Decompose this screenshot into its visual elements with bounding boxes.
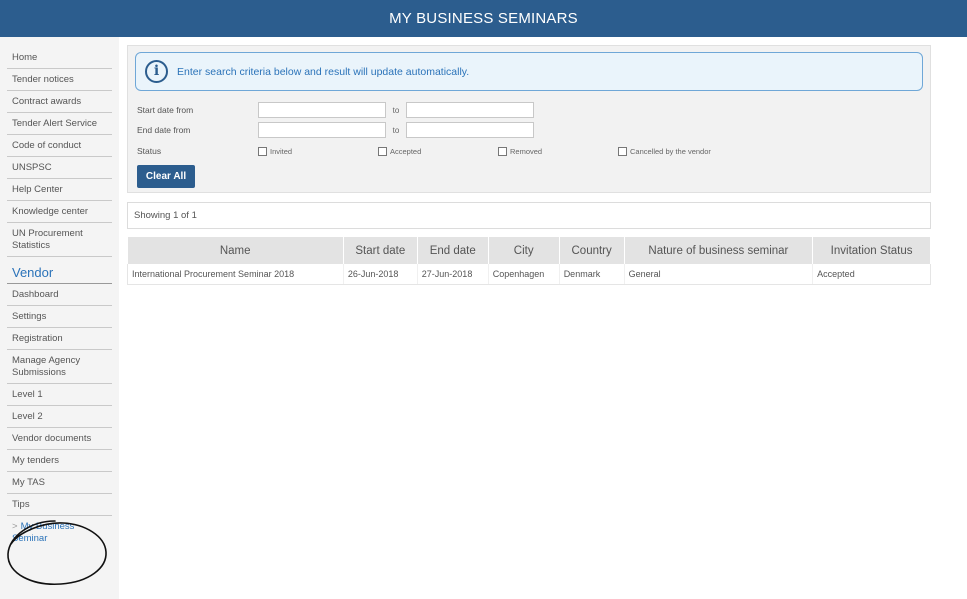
sidebar-item-settings[interactable]: Settings [7,306,112,328]
sidebar-item-contract-awards[interactable]: Contract awards [7,91,112,113]
search-panel: i Enter search criteria below and result… [127,45,931,193]
chevron-right-icon: > [12,521,18,532]
sidebar-item-tender-alert-service[interactable]: Tender Alert Service [7,113,112,135]
checkbox-label: Cancelled by the vendor [630,146,711,156]
table-header-row: Name Start date End date City Country Na… [127,237,931,264]
results-table: Name Start date End date City Country Na… [127,237,931,285]
cell-start-date: 26-Jun-2018 [343,264,418,285]
invited-checkbox[interactable] [258,146,267,156]
page-title: MY BUSINESS SEMINARS [389,10,578,27]
cell-end-date: 27-Jun-2018 [417,264,489,285]
removed-checkbox[interactable] [498,146,507,156]
checkbox-label: Removed [510,146,543,156]
cell-nature: General [624,264,814,285]
cell-invitation-status: Accepted [812,264,931,285]
status-label: Status [137,146,162,156]
column-header-invitation-status[interactable]: Invitation Status [812,237,931,264]
cancelled-checkbox[interactable] [618,146,627,156]
table-row[interactable]: International Procurement Seminar 2018 2… [127,264,931,285]
sidebar-item-my-tas[interactable]: My TAS [7,472,112,494]
sidebar-item-unspsc[interactable]: UNSPSC [7,157,112,179]
sidebar-item-knowledge-center[interactable]: Knowledge center [7,201,112,223]
start-date-from-input[interactable] [258,102,386,118]
sidebar-item-home[interactable]: Home [7,47,112,69]
clear-all-button[interactable]: Clear All [137,165,195,188]
sidebar-item-vendor-documents[interactable]: Vendor documents [7,428,112,450]
column-header-start-date[interactable]: Start date [343,237,418,264]
checkbox-label: Accepted [390,146,422,156]
column-header-country[interactable]: Country [559,237,625,264]
checkbox-label: Invited [270,146,293,156]
sidebar-item-un-procurement-statistics[interactable]: UN Procurement Statistics [7,223,112,257]
column-header-city[interactable]: City [488,237,560,264]
start-date-to-input[interactable] [406,102,534,118]
accepted-checkbox[interactable] [378,146,387,156]
end-date-row: End date from to [137,122,534,138]
info-icon: i [145,60,168,83]
page-header: MY BUSINESS SEMINARS [0,0,967,37]
sidebar-item-dashboard[interactable]: Dashboard [7,284,112,306]
start-date-row: Start date from to [137,102,534,118]
sidebar-item-label: My Business Seminar [12,521,75,544]
results-count: Showing 1 of 1 [127,202,931,229]
sidebar-item-help-center[interactable]: Help Center [7,179,112,201]
start-date-label: Start date from [137,105,194,115]
sidebar-menu: Home Tender notices Contract awards Tend… [0,37,119,549]
status-row: Status Invited Accepted Removed Cancelle… [137,143,738,159]
status-option-cancelled[interactable]: Cancelled by the vendor [618,146,738,156]
to-label: to [392,105,400,115]
sidebar-item-my-tenders[interactable]: My tenders [7,450,112,472]
sidebar-item-level-1[interactable]: Level 1 [7,384,112,406]
info-banner: i Enter search criteria below and result… [135,52,923,91]
sidebar-item-manage-agency-submissions[interactable]: Manage Agency Submissions [7,350,112,384]
sidebar-section-vendor: Vendor [7,257,112,284]
sidebar-item-code-of-conduct[interactable]: Code of conduct [7,135,112,157]
to-label: to [392,125,400,135]
sidebar: Home Tender notices Contract awards Tend… [0,37,119,599]
end-date-from-input[interactable] [258,122,386,138]
cell-name[interactable]: International Procurement Seminar 2018 [127,264,344,285]
status-option-removed[interactable]: Removed [498,146,618,156]
status-option-accepted[interactable]: Accepted [378,146,498,156]
sidebar-item-registration[interactable]: Registration [7,328,112,350]
info-text: Enter search criteria below and result w… [177,65,470,78]
cell-city: Copenhagen [488,264,560,285]
status-option-invited[interactable]: Invited [258,146,378,156]
cell-country: Denmark [559,264,625,285]
end-date-to-input[interactable] [406,122,534,138]
column-header-nature[interactable]: Nature of business seminar [624,237,814,264]
column-header-end-date[interactable]: End date [417,237,489,264]
main-content: i Enter search criteria below and result… [127,45,931,285]
end-date-label: End date from [137,125,191,135]
sidebar-item-level-2[interactable]: Level 2 [7,406,112,428]
sidebar-item-tender-notices[interactable]: Tender notices [7,69,112,91]
sidebar-item-tips[interactable]: Tips [7,494,112,516]
column-header-name[interactable]: Name [127,237,344,264]
sidebar-item-my-business-seminar[interactable]: > My Business Seminar [7,516,112,549]
